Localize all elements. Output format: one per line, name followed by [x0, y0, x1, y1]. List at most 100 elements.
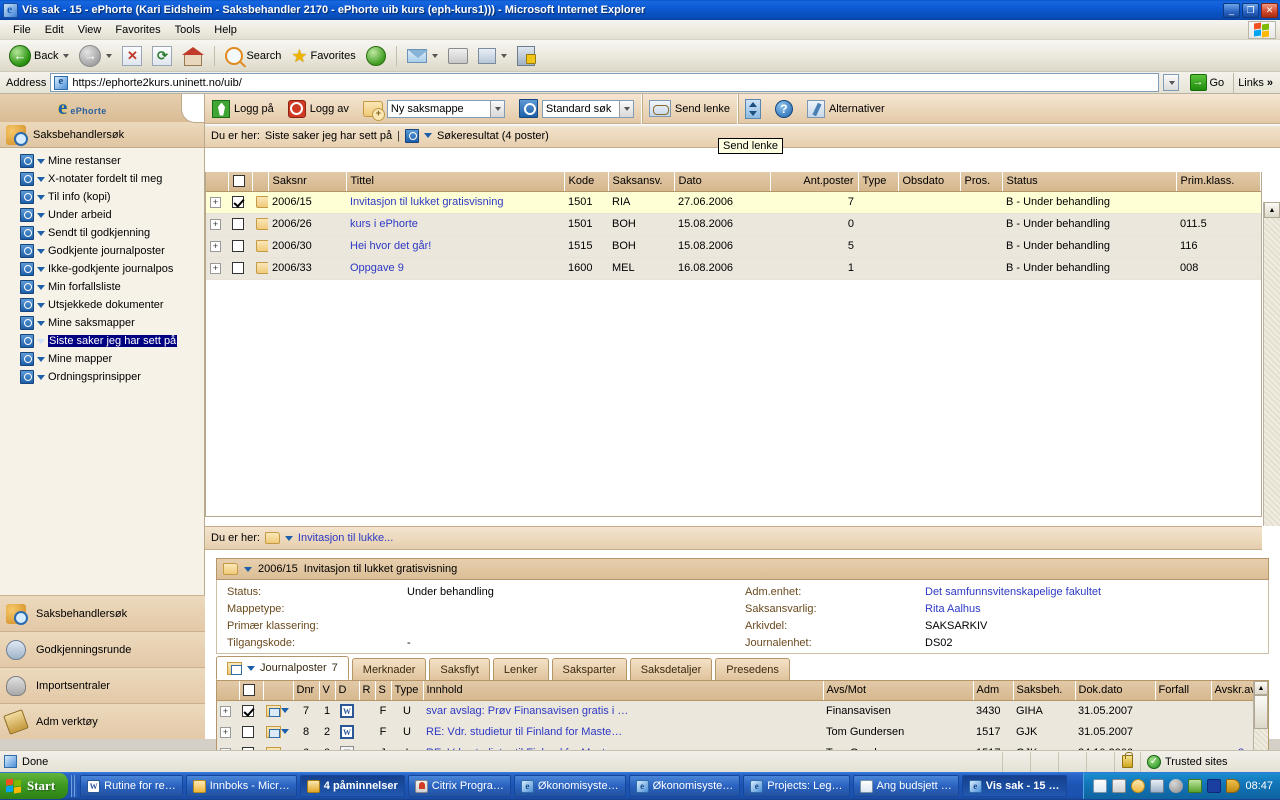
tab-merknader[interactable]: Merknader: [351, 658, 427, 680]
jcol-type[interactable]: Type: [391, 681, 424, 701]
ny-saksmappe-group[interactable]: Ny saksmappe: [356, 94, 512, 124]
table-row[interactable]: + 7 1 W F U svar avslag: Prøv Finansavis…: [217, 700, 1268, 721]
tray-mail-icon[interactable]: [1093, 779, 1108, 793]
col-saksansv[interactable]: Saksansv.: [608, 172, 675, 192]
cell-checkbox[interactable]: [228, 191, 252, 214]
row-checkbox[interactable]: [242, 725, 254, 738]
address-input[interactable]: https://ephorte2kurs.uninett.no/uib/: [50, 73, 1159, 92]
chevron-down-icon[interactable]: [281, 708, 289, 714]
jcol-forfall[interactable]: Forfall: [1155, 681, 1212, 701]
discuss-button[interactable]: [513, 43, 539, 69]
stop-button[interactable]: ✕: [118, 43, 146, 69]
logg-av-button[interactable]: Logg av: [281, 94, 356, 124]
col-expand[interactable]: [206, 172, 229, 192]
minimize-button[interactable]: _: [1223, 2, 1240, 18]
cell-msg-folder[interactable]: [263, 700, 293, 721]
chevron-down-icon[interactable]: [37, 194, 45, 200]
cell-checkbox[interactable]: [239, 700, 263, 721]
cell-folder[interactable]: [252, 257, 268, 280]
row-checkbox[interactable]: [232, 262, 244, 275]
chevron-down-icon[interactable]: [500, 53, 507, 58]
sidebar-module-godkjenningsrunde[interactable]: Godkjenningsrunde: [0, 631, 205, 667]
col-kode[interactable]: Kode: [564, 172, 609, 192]
col-primklass[interactable]: Prim.klass.: [1176, 172, 1261, 192]
chevron-down-icon[interactable]: [37, 374, 45, 380]
refresh-button[interactable]: ⟳: [148, 43, 176, 69]
start-button[interactable]: Start: [0, 773, 69, 799]
row-checkbox[interactable]: [242, 704, 254, 717]
chevron-down-icon[interactable]: [489, 100, 504, 117]
row-checkbox[interactable]: [232, 196, 244, 209]
print-button[interactable]: [444, 43, 472, 69]
word-icon[interactable]: W: [340, 724, 354, 739]
search-icon[interactable]: [20, 352, 34, 366]
search-icon[interactable]: [20, 334, 34, 348]
cell-d[interactable]: W: [335, 700, 359, 721]
col-type[interactable]: Type: [858, 172, 899, 192]
taskbar-item-outlook[interactable]: Innboks - Micr…: [185, 775, 297, 797]
chevron-down-icon[interactable]: [431, 53, 438, 58]
search-icon[interactable]: [518, 99, 538, 118]
sidebar-item-siste-saker[interactable]: Siste saker jeg har sett på: [20, 332, 204, 350]
chevron-down-icon[interactable]: [37, 158, 45, 164]
table-row[interactable]: + 2006/33 Oppgave 9 1600 MEL 16.08.2006 …: [206, 257, 1261, 280]
alternativer-button[interactable]: Alternativer: [800, 94, 892, 124]
search-icon[interactable]: [20, 298, 34, 312]
search-icon[interactable]: [20, 226, 34, 240]
jcol-dokdato[interactable]: Dok.dato: [1075, 681, 1156, 701]
chevron-down-icon[interactable]: [37, 176, 45, 182]
expand-icon[interactable]: +: [210, 241, 221, 252]
chevron-down-icon[interactable]: [37, 266, 45, 272]
col-status[interactable]: Status: [1002, 172, 1177, 192]
home-button[interactable]: [178, 43, 208, 69]
standard-sok-select[interactable]: Standard søk: [541, 99, 634, 118]
menu-item-favorites[interactable]: Favorites: [108, 22, 167, 38]
cell-d[interactable]: W: [335, 721, 359, 742]
tab-saksflyt[interactable]: Saksflyt: [429, 658, 490, 680]
table-row[interactable]: + 2006/26 kurs i ePhorte 1501 BOH 15.08.…: [206, 213, 1261, 236]
scroll-track[interactable]: [1264, 218, 1280, 571]
chevron-down-icon[interactable]: [37, 338, 45, 344]
sidebar-item-x-notater[interactable]: X-notater fordelt til meg: [20, 170, 204, 188]
go-button[interactable]: → Go: [1185, 73, 1230, 93]
tray-network-icon[interactable]: [1150, 779, 1165, 793]
col-antposter[interactable]: Ant.poster: [770, 172, 859, 192]
col-saksnr[interactable]: Saksnr: [268, 172, 347, 192]
chevron-down-icon[interactable]: [37, 356, 45, 362]
sidebar-item-til-info[interactable]: Til info (kopi): [20, 188, 204, 206]
search-icon[interactable]: [404, 128, 419, 143]
chevron-down-icon[interactable]: [37, 284, 45, 290]
chevron-down-icon[interactable]: [37, 212, 45, 218]
cell-checkbox[interactable]: [228, 235, 252, 258]
col-obsdato[interactable]: Obsdato: [898, 172, 961, 192]
search-button[interactable]: Search: [221, 43, 285, 69]
scroll-thumb[interactable]: [1254, 695, 1268, 729]
menu-item-view[interactable]: View: [71, 22, 109, 38]
chevron-down-icon[interactable]: [618, 100, 633, 117]
new-folder-icon[interactable]: [362, 100, 385, 121]
taskbar-item-citrix[interactable]: Citrix Progra…: [407, 775, 511, 797]
cell-checkbox[interactable]: [228, 257, 252, 280]
chevron-down-icon[interactable]: [244, 566, 252, 572]
tittel-link[interactable]: Hei hvor det går!: [350, 240, 431, 252]
col-tittel[interactable]: Tittel: [346, 172, 565, 192]
innhold-link[interactable]: RE: Vdr. studietur til Finland for Maste…: [426, 726, 622, 738]
expand-icon[interactable]: +: [220, 726, 231, 738]
taskbar-item-word[interactable]: W Rutine for re…: [80, 775, 183, 797]
sidebar-module-importsentraler[interactable]: Importsentraler: [0, 667, 205, 703]
sidebar-item-godkjente-journalposter[interactable]: Godkjente journalposter: [20, 242, 204, 260]
field-value[interactable]: Det samfunnsvitenskapelige fakultet: [925, 586, 1101, 598]
cell-checkbox[interactable]: [228, 213, 252, 236]
tray-clock[interactable]: 08:47: [1245, 780, 1273, 792]
cell-innhold[interactable]: RE: Vdr. studietur til Finland for Maste…: [423, 721, 823, 742]
sidebar-item-min-forfallsliste[interactable]: Min forfallsliste: [20, 278, 204, 296]
tray-volume-icon[interactable]: [1169, 779, 1184, 793]
search-icon[interactable]: [20, 190, 34, 204]
field-value[interactable]: Rita Aalhus: [925, 603, 981, 615]
tray-update-icon[interactable]: [1188, 779, 1203, 793]
taskbar-item-okonomi-1[interactable]: e Økonomisyste…: [513, 775, 626, 797]
row-checkbox[interactable]: [232, 218, 244, 231]
cell-innhold[interactable]: svar avslag: Prøv Finansavisen gratis i …: [423, 700, 823, 721]
chevron-down-icon[interactable]: [281, 729, 289, 735]
sidebar-item-sendt-til-godkjenning[interactable]: Sendt til godkjenning: [20, 224, 204, 242]
